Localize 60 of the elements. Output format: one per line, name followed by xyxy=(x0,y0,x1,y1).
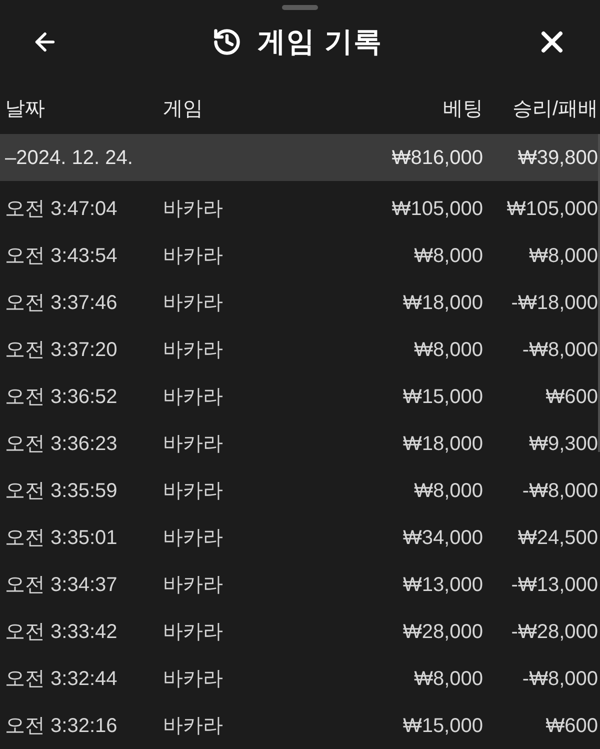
result-cell-text: -₩18,000 xyxy=(511,290,598,316)
date-group-row[interactable]: –2024. 12. 24. ₩816,000 ₩39,800 xyxy=(0,134,598,181)
bet-cell-text: ₩8,000 xyxy=(414,338,483,362)
game-cell-text: 바카라 xyxy=(163,666,223,692)
time-cell-text: 오전 3:37:46 xyxy=(5,290,118,316)
result-cell-text: -₩13,000 xyxy=(511,572,598,598)
bet-cell-text: ₩18,000 xyxy=(402,290,483,316)
game-cell-text: 바카라 xyxy=(163,714,223,738)
time-cell-text: 오전 3:37:20 xyxy=(5,338,118,362)
history-icon xyxy=(212,27,242,57)
game-cell-text: 바카라 xyxy=(163,384,223,410)
bet-cell-text: ₩8,000 xyxy=(414,244,483,268)
result-cell-text: -₩8,000 xyxy=(522,666,598,692)
result-cell-text: ₩600 xyxy=(546,714,598,738)
drag-handle[interactable] xyxy=(282,5,318,10)
bet-cell-text: ₩15,000 xyxy=(402,714,483,738)
time-cell-text: 오전 3:32:44 xyxy=(5,666,118,692)
time-cell-text: 오전 3:36:52 xyxy=(5,384,118,410)
bet-cell-text: ₩8,000 xyxy=(414,478,483,504)
game-cell-text: 바카라 xyxy=(163,572,223,598)
bet-cell-text: ₩13,000 xyxy=(402,572,483,598)
time-cell-text: 오전 3:36:23 xyxy=(5,432,118,456)
game-cell-text: 바카라 xyxy=(163,290,223,316)
result-cell-text: ₩24,500 xyxy=(518,526,598,550)
game-cell-text: 바카라 xyxy=(163,478,223,504)
time-cell-text: 오전 3:35:01 xyxy=(5,526,118,550)
game-cell-text: 바카라 xyxy=(163,620,223,644)
bet-cell-text: ₩28,000 xyxy=(402,620,483,644)
bet-cell-text: ₩18,000 xyxy=(402,432,483,456)
game-cell-text: 바카라 xyxy=(163,526,223,550)
time-cell-text: 오전 3:43:54 xyxy=(5,244,118,268)
result-cell-text: ₩9,300 xyxy=(529,432,598,456)
game-cell-text: 바카라 xyxy=(163,244,223,268)
bet-total-cell-text: ₩816,000 xyxy=(392,146,483,170)
time-cell-text: 오전 3:47:04 xyxy=(5,196,118,222)
result-cell-text: ₩600 xyxy=(546,384,598,410)
column-header: 승리/패배 xyxy=(512,97,598,122)
bet-cell-text: ₩34,000 xyxy=(402,526,483,550)
result-cell-text: -₩28,000 xyxy=(511,620,598,644)
bet-cell-text: ₩8,000 xyxy=(414,666,483,692)
result-cell-text: -₩8,000 xyxy=(522,478,598,504)
time-cell-text: 오전 3:34:37 xyxy=(5,572,118,598)
game-cell-text: 바카라 xyxy=(163,196,223,222)
result-cell-text: ₩8,000 xyxy=(529,244,598,268)
result-cell-text: ₩105,000 xyxy=(506,196,598,222)
column-header: 베팅 xyxy=(443,97,483,122)
column-header: 날짜 xyxy=(5,97,45,122)
window-title: 게임 기록 xyxy=(258,25,382,59)
bet-cell-text: ₩105,000 xyxy=(392,196,483,222)
date-cell-text: –2024. 12. 24. xyxy=(5,146,133,170)
time-cell-text: 오전 3:32:16 xyxy=(5,714,118,738)
scrollbar-thumb[interactable] xyxy=(598,134,600,452)
time-cell-text: 오전 3:35:59 xyxy=(5,478,118,504)
game-cell-text: 바카라 xyxy=(163,432,223,456)
result-total-cell-text: ₩39,800 xyxy=(518,146,598,170)
bet-cell-text: ₩15,000 xyxy=(402,384,483,410)
column-header: 게임 xyxy=(163,97,203,122)
game-cell-text: 바카라 xyxy=(163,338,223,362)
result-cell-text: -₩8,000 xyxy=(522,338,598,362)
time-cell-text: 오전 3:33:42 xyxy=(5,620,118,644)
